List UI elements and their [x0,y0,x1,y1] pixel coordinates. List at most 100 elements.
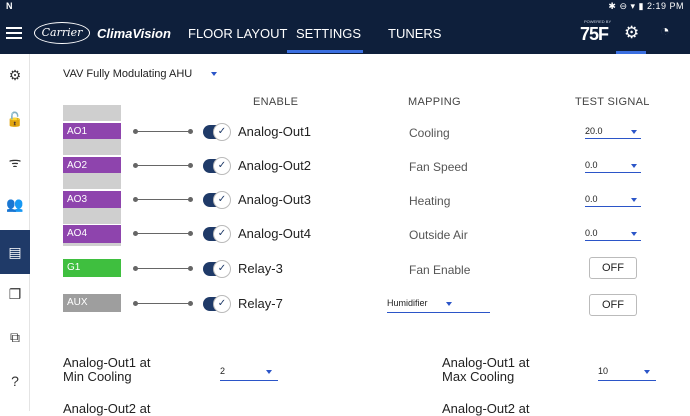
test-signal-value: 0.0 [585,228,598,238]
test-signal-dropdown[interactable]: 0.0 [585,160,641,173]
output-label: Analog-Out1 [238,124,311,139]
min-max-label: Analog-Out2 at [442,402,529,416]
output-label: Relay-7 [238,296,283,311]
min-max-dropdown[interactable]: 2 [220,366,278,381]
tab-settings[interactable]: SETTINGS [296,26,361,41]
tab-tuners[interactable]: TUNERS [388,26,441,41]
port-chip: AO3 [63,191,121,209]
table-row: AO2 ✓ Analog-Out2 Fan Speed 0.0 [30,139,690,185]
table-row: G1 ✓ Relay-3 Fan Enable OFF [30,252,690,286]
wire-dot [188,129,193,134]
output-label: Analog-Out3 [238,192,311,207]
chevron-down-icon [644,370,650,374]
status-bar: N ✱ ⊖ ▾ ▮ 2:19 PM [0,0,690,14]
wire [135,165,190,166]
wire [135,233,190,234]
chevron-down-icon [631,232,637,236]
modules-icon[interactable]: ▤ [0,230,30,274]
test-signal-dropdown[interactable]: 0.0 [585,194,641,207]
enable-toggle[interactable]: ✓ [203,260,231,278]
user-settings-icon[interactable]: 👥 [0,189,30,219]
partner-logo: 75F [580,24,609,44]
table-row: AUX ✓ Relay-7 Humidifier OFF [30,288,690,322]
mapping-dropdown[interactable]: Humidifier [387,298,490,313]
min-max-dropdown[interactable]: 10 [598,366,656,381]
settings-gear-icon[interactable]: ⚙ [624,23,639,43]
chevron-down-icon [446,302,452,306]
chevron-down-icon [266,370,272,374]
port-chip: G1 [63,259,121,277]
min-max-label: Analog-Out1 at Min Cooling [63,356,150,384]
test-off-button[interactable]: OFF [589,257,637,279]
min-max-label-line: Analog-Out2 at [63,401,151,416]
min-max-label: Analog-Out1 at Max Cooling [442,356,529,384]
enable-toggle[interactable]: ✓ [203,225,231,243]
wire-dot [188,301,193,306]
sidebar: ⚙ 🔓 ᯤ 👥 ▤ ❐ ⧉ ? [0,54,30,411]
min-max-label: Analog-Out2 at [63,402,150,416]
min-max-label-line: Min Cooling [63,369,132,384]
mapping-value: Fan Enable [409,263,471,277]
settings-gear-icon[interactable]: ⚙ [0,60,30,90]
wire [135,199,190,200]
profile-dropdown[interactable]: VAV Fully Modulating AHU [63,68,218,80]
chevron-down-icon [211,72,218,77]
check-icon: ✓ [213,295,231,313]
help-icon[interactable]: ? [0,366,30,396]
network-icon[interactable]: ⧉ [0,322,30,352]
port-chip: AO4 [63,225,121,243]
output-label: Relay-3 [238,261,283,276]
min-max-dropdown-value: 10 [598,366,609,376]
wire-dot [188,197,193,202]
active-tab-indicator [287,50,363,53]
main-content: VAV Fully Modulating AHU ENABLE MAPPING … [30,54,690,416]
mapping-value: Fan Speed [409,160,468,174]
check-icon: ✓ [213,191,231,209]
test-signal-value: 0.0 [585,160,598,170]
enable-toggle[interactable]: ✓ [203,191,231,209]
wire [135,303,190,304]
enable-toggle[interactable]: ✓ [203,295,231,313]
port-chip-shadow [63,208,121,224]
wifi-icon[interactable]: ᯤ [0,147,30,177]
dashboard-icon[interactable]: ◔ [660,23,670,41]
wire-dot [188,266,193,271]
check-icon: ✓ [213,157,231,175]
tab-floor-layout[interactable]: FLOOR LAYOUT [188,26,287,41]
test-signal-value: 20.0 [585,126,603,136]
test-signal-dropdown[interactable]: 20.0 [585,126,641,139]
port-chip-shadow [63,139,121,155]
clock: 2:19 PM [646,1,684,11]
wire [135,131,190,132]
output-label: Analog-Out2 [238,158,311,173]
port-chip-shadow [63,243,121,246]
table-row: AO4 ✓ Analog-Out4 Outside Air 0.0 [30,208,690,252]
test-signal-dropdown[interactable]: 0.0 [585,228,641,241]
wire-dot [188,163,193,168]
chevron-down-icon [631,198,637,202]
copy-icon[interactable]: ❐ [0,279,30,309]
table-row: AO1 ✓ Analog-Out1 Cooling 20.0 [30,105,690,152]
menu-icon[interactable] [6,24,26,44]
test-off-button[interactable]: OFF [589,294,637,316]
mapping-dropdown-value: Humidifier [387,298,428,308]
chevron-down-icon [631,164,637,168]
mapping-value: Cooling [409,126,450,140]
min-max-label-line: Analog-Out1 at [442,355,530,370]
chevron-down-icon [631,130,637,134]
lock-icon[interactable]: 🔓 [0,104,30,134]
wire-dot [188,231,193,236]
enable-toggle[interactable]: ✓ [203,123,231,141]
table-row: AO3 ✓ Analog-Out3 Heating 0.0 [30,173,690,218]
mapping-value: Outside Air [409,228,468,242]
wire [135,268,190,269]
column-header-mapping: MAPPING [408,96,461,108]
enable-toggle[interactable]: ✓ [203,157,231,175]
status-right: ✱ ⊖ ▾ ▮ 2:19 PM [608,1,684,11]
profile-dropdown-value: VAV Fully Modulating AHU [63,68,193,80]
min-max-label-line: Max Cooling [442,369,515,384]
app-brand: ClimaVision [97,26,171,41]
min-max-label-line: Analog-Out2 at [442,401,530,416]
notification-icon: N [6,1,13,11]
port-chip: AUX [63,294,121,312]
